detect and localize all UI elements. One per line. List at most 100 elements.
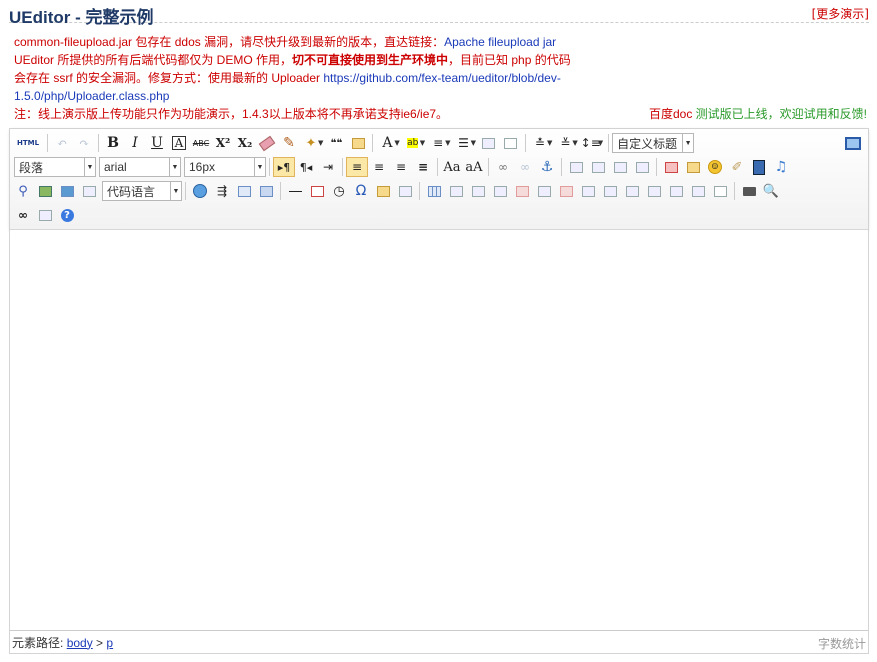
mergedown-button[interactable] <box>621 181 643 201</box>
subscript-button[interactable]: X₂ <box>234 133 256 153</box>
charts-button[interactable] <box>709 181 731 201</box>
justifyleft-button[interactable]: ≡ <box>346 157 368 177</box>
simpleupload-button[interactable] <box>660 157 682 177</box>
snapscreen-button[interactable] <box>394 181 416 201</box>
removeformat-button[interactable] <box>256 133 278 153</box>
element-path-body[interactable]: body <box>67 636 93 650</box>
more-demos-link[interactable]: [更多演示] <box>812 5 869 22</box>
fontborder-button[interactable]: A <box>168 133 190 153</box>
imageleft-button[interactable] <box>587 157 609 177</box>
justifyjustify-button[interactable]: ≡ <box>412 157 434 177</box>
horizontal-button[interactable] <box>284 181 306 201</box>
separator <box>372 134 374 152</box>
chevron-down-icon[interactable]: ▼ <box>445 139 450 147</box>
separator <box>185 182 186 200</box>
video-icon <box>753 159 765 175</box>
underline-button[interactable]: U <box>146 133 168 153</box>
editor-content-area[interactable] <box>10 230 868 632</box>
searchreplace-button[interactable]: ∞ <box>12 205 34 225</box>
deleterow-button[interactable] <box>511 181 533 201</box>
insertimage-button[interactable] <box>682 157 704 177</box>
tolowercase-button[interactable]: aA <box>463 157 485 177</box>
bold-button[interactable]: B <box>102 133 124 153</box>
preview-button[interactable]: 🔍 <box>760 181 782 201</box>
toolbar-row-4: ∞ ? <box>12 204 78 226</box>
unlink-button[interactable]: ∞ <box>514 157 536 177</box>
splittocols-button[interactable] <box>687 181 709 201</box>
time-button[interactable]: ◷ <box>328 181 350 201</box>
cleardoc-button[interactable] <box>500 133 522 153</box>
indent-button[interactable]: ⇥ <box>317 157 339 177</box>
mergecells-button[interactable] <box>577 181 599 201</box>
baidu-doc-link[interactable]: 百度doc <box>649 107 692 121</box>
chevron-down-icon[interactable]: ▼ <box>598 139 603 147</box>
insertvideo-button[interactable] <box>748 157 770 177</box>
insertcol-button[interactable] <box>533 181 555 201</box>
chevron-down-icon[interactable]: ▼ <box>318 139 323 147</box>
separator <box>524 134 526 152</box>
redo-button[interactable]: ↷ <box>73 133 95 153</box>
template-icon <box>237 185 251 197</box>
webapp-button[interactable] <box>189 181 211 201</box>
print-button[interactable] <box>738 181 760 201</box>
fullscreen-button[interactable] <box>842 133 864 153</box>
mergeright-button[interactable] <box>599 181 621 201</box>
link-button[interactable]: ∞ <box>492 157 514 177</box>
monitor-icon <box>845 136 861 150</box>
directionalityrtl-button[interactable]: ¶◂ <box>295 157 317 177</box>
fontsize-select[interactable]: 16px ▼ <box>184 157 266 177</box>
spechars-button[interactable]: Ω <box>350 181 372 201</box>
deletecol-button[interactable] <box>555 181 577 201</box>
italic-button[interactable]: I <box>124 133 146 153</box>
superscript-button[interactable]: X² <box>212 133 234 153</box>
chevron-down-icon[interactable]: ▼ <box>394 139 399 147</box>
source-html-button[interactable]: HTML <box>12 133 44 153</box>
wordimage-button[interactable] <box>372 181 394 201</box>
selectall-button[interactable] <box>478 133 500 153</box>
insertparagraphbeforetable-button[interactable] <box>467 181 489 201</box>
chevron-down-icon[interactable]: ▼ <box>471 139 476 147</box>
chevron-down-icon[interactable]: ▼ <box>420 139 425 147</box>
deletetable-button[interactable] <box>445 181 467 201</box>
music-button[interactable]: ♫ <box>770 157 792 177</box>
fontfamily-select[interactable]: arial ▼ <box>99 157 181 177</box>
imagecenter-button[interactable] <box>631 157 653 177</box>
help-button[interactable]: ? <box>56 205 78 225</box>
strikethrough-button[interactable]: ABC <box>190 133 212 153</box>
element-path-p[interactable]: p <box>106 636 113 650</box>
emotion-button[interactable]: ☺ <box>704 157 726 177</box>
anchor-button[interactable]: ⚓ <box>536 157 558 177</box>
imageright-button[interactable] <box>609 157 631 177</box>
merge-down-icon <box>625 185 639 197</box>
drafts-button[interactable] <box>34 205 56 225</box>
touppercase-button[interactable]: Aa <box>441 157 463 177</box>
scrawl-button[interactable]: ✐ <box>726 157 748 177</box>
chevron-down-icon[interactable]: ▼ <box>572 139 577 147</box>
imagenone-button[interactable] <box>565 157 587 177</box>
map-button[interactable] <box>34 181 56 201</box>
splittorows-button[interactable] <box>665 181 687 201</box>
customstyle-select[interactable]: 自定义标题 ▼ <box>612 133 695 153</box>
justifycenter-button[interactable]: ≡ <box>368 157 390 177</box>
date-button[interactable] <box>306 181 328 201</box>
image-left-icon <box>591 161 605 173</box>
fileupload-link[interactable]: Apache fileupload jar <box>444 35 556 49</box>
inserttable-button[interactable] <box>423 181 445 201</box>
blockquote-button[interactable]: ❝❝ <box>325 133 347 153</box>
attachment-button[interactable]: ⚲ <box>12 181 34 201</box>
insertrow-button[interactable] <box>489 181 511 201</box>
insertcode-select[interactable]: 代码语言 ▼ <box>102 181 182 201</box>
splittocells-button[interactable] <box>643 181 665 201</box>
formatmatch-button[interactable]: ✎ <box>278 133 300 153</box>
background-button[interactable] <box>255 181 277 201</box>
pasteplain-button[interactable] <box>347 133 369 153</box>
pagebreak-button[interactable]: ⇶ <box>211 181 233 201</box>
undo-button[interactable]: ↶ <box>51 133 73 153</box>
directionalityltr-button[interactable]: ▸¶ <box>273 157 295 177</box>
template-button[interactable] <box>233 181 255 201</box>
insertframe-button[interactable] <box>78 181 100 201</box>
gmap-button[interactable] <box>56 181 78 201</box>
chevron-down-icon[interactable]: ▼ <box>547 139 552 147</box>
paragraph-select[interactable]: 段落 ▼ <box>14 157 96 177</box>
justifyright-button[interactable]: ≡ <box>390 157 412 177</box>
